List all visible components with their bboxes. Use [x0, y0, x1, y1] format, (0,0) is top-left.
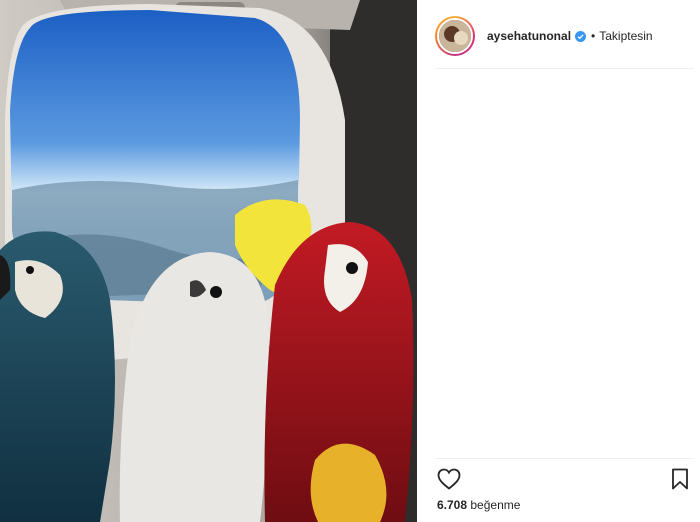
following-button[interactable]: Takiptesin: [599, 29, 652, 43]
post-sidebar: aysehatunonal • Takiptesin 6.708 beğenme: [417, 0, 700, 522]
post-image: [0, 0, 417, 522]
avatar-image: [437, 18, 473, 54]
likes-number: 6.708: [437, 498, 468, 512]
heart-icon[interactable]: [437, 468, 461, 490]
avatar[interactable]: [435, 16, 475, 56]
likes-label: beğenme: [470, 498, 521, 512]
post-photo[interactable]: [0, 0, 417, 522]
verified-badge-icon: [575, 30, 587, 42]
avatar-photo-icon: [439, 20, 471, 52]
separator-dot: •: [591, 29, 596, 43]
bookmark-icon[interactable]: [671, 468, 689, 490]
actions-divider: [435, 458, 694, 459]
username-link[interactable]: aysehatunonal: [487, 29, 571, 43]
header-divider: [435, 68, 694, 69]
instagram-post: aysehatunonal • Takiptesin 6.708 beğenme: [0, 0, 700, 522]
post-actions: [437, 468, 695, 492]
post-header: aysehatunonal • Takiptesin: [435, 14, 693, 58]
likes-count[interactable]: 6.708 beğenme: [437, 498, 520, 512]
